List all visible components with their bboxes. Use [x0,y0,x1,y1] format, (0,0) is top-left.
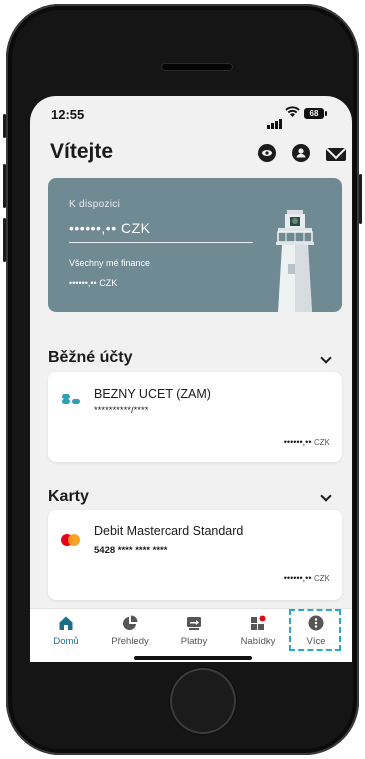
battery-icon: 68 [304,108,327,119]
payment-transfer-icon [187,617,201,630]
chevron-down-icon[interactable] [322,492,330,500]
divider [69,242,253,243]
balance-card[interactable]: K dispozici ••••••,•• CZK Všechny mé fin… [48,178,342,312]
account-number: **********/**** [94,405,149,416]
eye-icon[interactable] [258,144,276,162]
home-icon [59,616,73,630]
tab-overviews[interactable]: Přehledy [98,615,162,647]
card-name: Debit Mastercard Standard [94,524,244,538]
pie-chart-icon [123,615,138,630]
card-number: 5428 **** **** **** [94,545,168,556]
earpiece-speaker [162,64,232,70]
home-indicator[interactable] [134,656,252,660]
status-time: 12:55 [51,107,85,122]
tab-offers[interactable]: Nabídky [226,615,290,647]
mastercard-logo-icon [61,534,81,546]
screen: 12:55 68 Vítejte K dispozici ••••••,•• C… [30,96,352,662]
phone-frame: 12:55 68 Vítejte K dispozici ••••••,•• C… [3,4,362,755]
mail-icon[interactable] [326,148,346,161]
user-profile-icon[interactable] [292,144,310,162]
current-accounts-title: Běžné účty [48,349,133,366]
cellular-signal-icon [267,111,283,129]
tab-label: Přehledy [111,636,149,647]
tab-home[interactable]: Domů [34,615,98,647]
coins-icon [62,394,82,410]
page-title: Vítejte [50,140,114,163]
tab-label: Domů [53,636,79,647]
tab-label: Platby [180,636,208,647]
lighthouse-illustration [276,210,314,312]
volume-down-button [3,218,6,262]
available-amount: ••••••,•• CZK [69,220,151,236]
tab-payments[interactable]: Platby [162,615,226,647]
home-button[interactable] [170,668,236,734]
volume-up-button [3,164,6,208]
wifi-icon [285,105,300,122]
cards-title: Karty [48,488,89,505]
mute-switch [3,114,6,138]
card-balance: ••••••,•• CZK [283,573,330,583]
account-name: BEZNY UCET (ZAM) [94,387,211,401]
account-card[interactable]: BEZNY UCET (ZAM) **********/**** ••••••,… [48,372,342,462]
grid-offers-icon [251,615,266,630]
available-label: K dispozici [69,199,121,210]
highlight-box [289,609,341,651]
all-finances-label: Všechny mé finance [69,258,151,268]
tab-label: Nabídky [240,636,276,647]
tab-bar: Domů Přehledy Platby Nabídky Více [30,608,352,662]
power-button [359,174,362,224]
chevron-down-icon[interactable] [322,354,330,362]
account-balance: ••••••,•• CZK [283,437,330,447]
all-finances-amount: ••••••,•• CZK [69,278,118,288]
status-bar: 12:55 68 [30,96,352,134]
payment-card[interactable]: Debit Mastercard Standard 5428 **** ****… [48,510,342,600]
